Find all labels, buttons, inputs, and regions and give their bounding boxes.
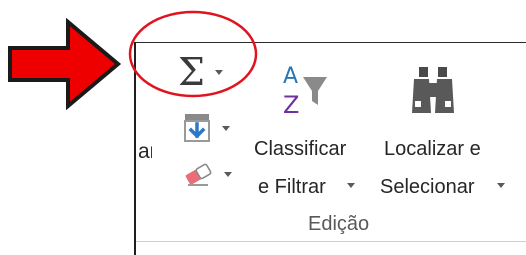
- fill-button[interactable]: [182, 113, 230, 143]
- ribbon-bottom-divider: [136, 241, 526, 242]
- sort-az-filter-icon: A Z: [283, 64, 327, 117]
- svg-text:A: A: [283, 64, 298, 89]
- svg-text:Z: Z: [283, 91, 299, 117]
- binoculars-icon: [412, 67, 454, 113]
- find-select-label-line2: Selecionar: [380, 176, 475, 198]
- screenshot-stage: ar Σ: [0, 0, 526, 255]
- find-select-button[interactable]: Localizar e Selecionar: [380, 43, 505, 203]
- find-select-label-line1: Localizar e: [384, 138, 481, 160]
- chevron-down-icon: [347, 183, 355, 188]
- red-arrow-annotation: [8, 18, 122, 110]
- chevron-down-icon[interactable]: [222, 125, 230, 131]
- eraser-icon: [185, 163, 212, 186]
- sort-filter-button[interactable]: A Z Classificar e Filtrar: [254, 43, 378, 203]
- chevron-down-icon[interactable]: [224, 171, 232, 177]
- clear-button[interactable]: [182, 161, 232, 187]
- sort-filter-label-line2: e Filtrar: [258, 176, 326, 198]
- red-circle-annotation: [128, 10, 258, 98]
- chevron-down-icon: [497, 183, 505, 188]
- truncated-label: ar: [138, 140, 152, 163]
- sort-filter-label-line1: Classificar: [254, 138, 347, 160]
- fill-down-icon: [184, 114, 210, 142]
- group-label-edicao: Edição: [308, 213, 370, 235]
